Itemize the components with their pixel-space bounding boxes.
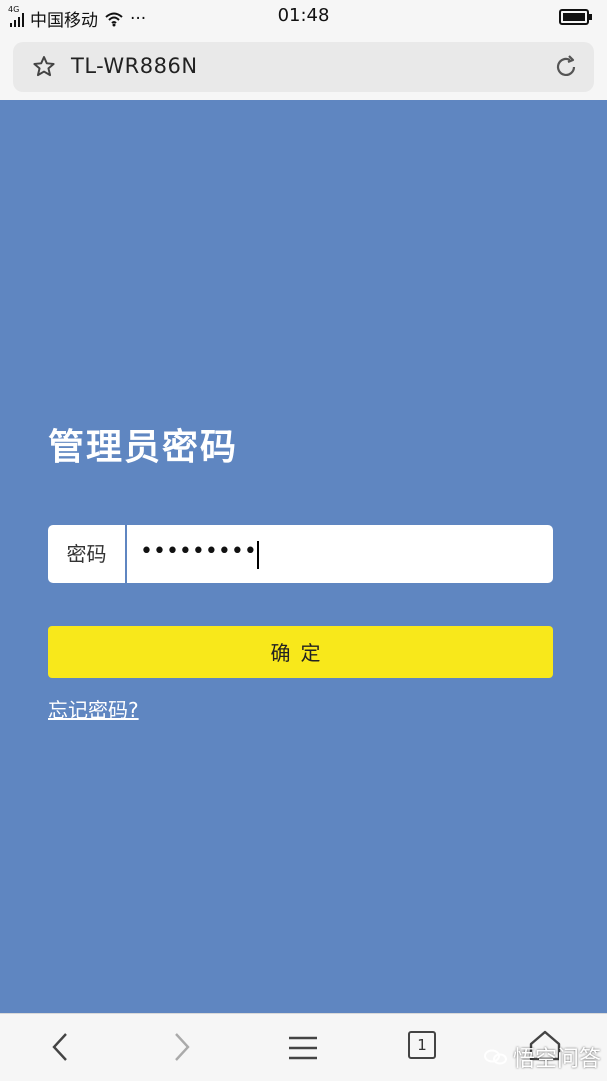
password-value: ••••••••• — [140, 539, 257, 564]
reload-icon[interactable] — [552, 53, 580, 85]
password-row: 密码 ••••••••• — [48, 525, 553, 583]
back-button[interactable] — [48, 1030, 72, 1068]
login-page: 管理员密码 密码 ••••••••• 确定 忘记密码? — [0, 100, 607, 1013]
chevron-right-icon — [175, 1033, 190, 1061]
status-time: 01:48 — [277, 5, 330, 26]
forgot-password-link[interactable]: 忘记密码? — [48, 694, 139, 723]
chat-bubbles-icon — [483, 1049, 507, 1065]
tabs-button[interactable]: 1 — [408, 1031, 436, 1059]
battery-icon — [559, 8, 593, 26]
bottom-navigation: 1 悟空问答 — [0, 1013, 607, 1081]
tab-count: 1 — [417, 1036, 427, 1054]
page-title-text: TL-WR886N — [71, 54, 198, 78]
menu-button[interactable] — [287, 1034, 319, 1066]
watermark: 悟空问答 — [483, 1041, 601, 1073]
status-bar: 4G 中国移动 ··· 01:48 — [0, 0, 607, 34]
login-title: 管理员密码 — [48, 427, 239, 468]
tabs-icon: 1 — [408, 1031, 436, 1059]
confirm-button[interactable]: 确定 — [48, 626, 553, 678]
text-cursor — [257, 541, 259, 569]
browser-toolbar: TL-WR886N — [0, 34, 607, 100]
menu-icon — [289, 1036, 317, 1060]
star-icon[interactable] — [31, 54, 57, 84]
watermark-text: 悟空问答 — [512, 1047, 601, 1072]
forward-button[interactable] — [170, 1030, 194, 1068]
password-label: 密码 — [48, 525, 127, 583]
chevron-left-icon — [52, 1033, 67, 1061]
address-bar[interactable]: TL-WR886N — [13, 42, 594, 92]
